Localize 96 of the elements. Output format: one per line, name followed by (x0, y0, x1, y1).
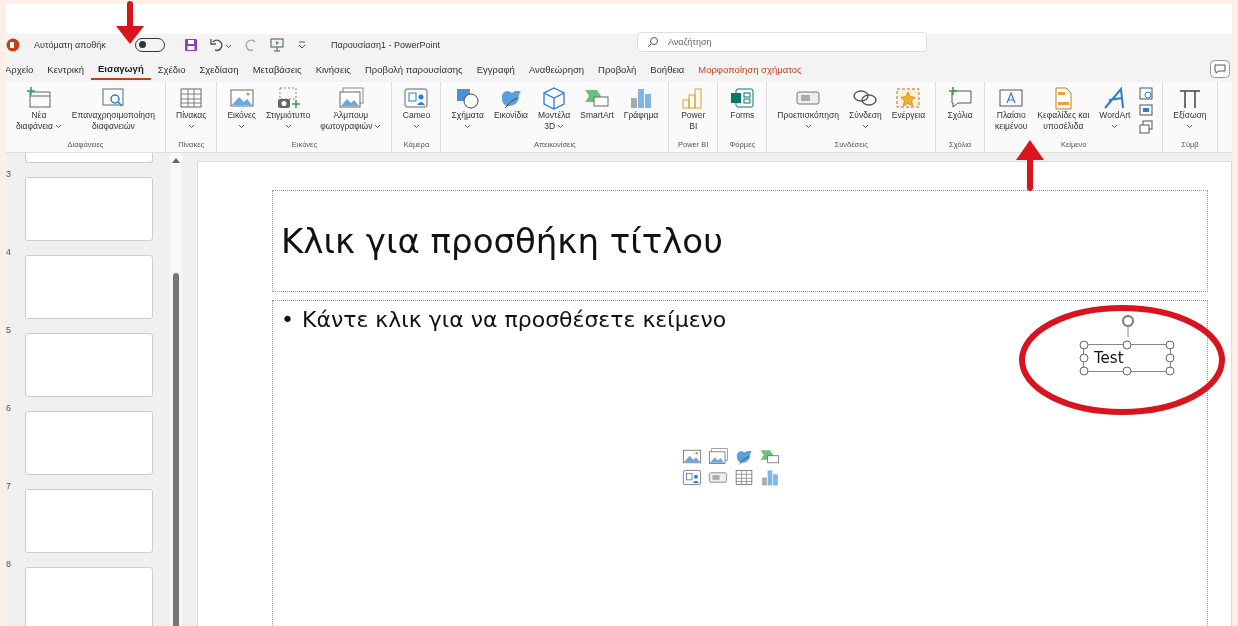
bullet: • (281, 307, 294, 332)
ribbon-tab[interactable]: Κεντρική (40, 59, 91, 79)
ribbon-button[interactable]: Νέα διαφάνεια (11, 86, 67, 132)
ribbon-button[interactable]: Στιγμιότυπο (260, 86, 316, 129)
image-icon (681, 447, 703, 466)
comment-icon (946, 86, 975, 110)
title-placeholder[interactable]: Κλικ για προσθήκη τίτλου (272, 190, 1208, 292)
ribbon-button[interactable]: Πλαίσιο κειμένου (990, 86, 1033, 132)
text-box-icon (997, 86, 1026, 110)
ribbon-tab[interactable]: Κινήσεις (308, 59, 358, 79)
cameo-icon (681, 468, 703, 487)
ribbon-button[interactable]: Εξίσωση (1168, 86, 1212, 129)
caret-icon (374, 124, 382, 129)
search-field[interactable]: Αναζήτηση (637, 32, 927, 52)
ribbon-button[interactable]: Πίνακας (171, 86, 212, 129)
ribbon-button[interactable]: Forms (723, 86, 762, 121)
text-box-text: Test (1094, 349, 1124, 367)
ribbon-button[interactable]: WordArt (1094, 86, 1136, 129)
ribbon-button[interactable]: Γράφημα (618, 86, 664, 121)
ribbon-tab[interactable]: Μορφοποίηση σχήματος (691, 59, 809, 79)
ribbon-button[interactable]: Μοντέλα 3D (533, 86, 576, 132)
caret-icon (238, 124, 246, 129)
ribbon-tab[interactable]: Αναθεώρηση (521, 59, 592, 79)
ribbon-tab[interactable]: Προβολή παρουσίασης (357, 59, 470, 79)
resize-handle[interactable] (1122, 340, 1132, 350)
ribbon-tab[interactable]: Εγγραφή (469, 59, 522, 79)
object-icon[interactable] (1139, 103, 1154, 117)
caret-icon (464, 124, 472, 129)
ribbon-button[interactable]: Προεπισκόπηση (772, 86, 845, 129)
presentation-icon[interactable] (270, 38, 284, 52)
caret-icon (557, 124, 565, 129)
ribbon-button[interactable]: SmartArt (575, 86, 619, 121)
slide-number-icon[interactable] (1139, 120, 1154, 134)
caret-icon (804, 124, 812, 129)
window-title: Παρουσίαση1 - PowerPoint (331, 40, 442, 50)
ribbon-tab[interactable]: Σχεδίαση (192, 59, 246, 79)
caret-icon (187, 124, 195, 129)
slide-number: 4 (6, 247, 12, 259)
slide-thumbnail[interactable] (25, 411, 153, 475)
ribbon-button[interactable]: Κεφαλίδες και υποσέλιδα (1032, 86, 1095, 132)
slide-thumbnail[interactable] (25, 153, 153, 163)
ribbon-tab[interactable]: Βοήθεια (643, 59, 692, 79)
ribbon-button[interactable]: Cameo (397, 86, 436, 129)
scroll-up-icon[interactable] (172, 157, 180, 163)
title-text: Κλικ για προσθήκη τίτλου (281, 221, 723, 261)
save-icon[interactable] (184, 38, 198, 52)
ribbon-tab[interactable]: Μεταβάσεις (245, 59, 309, 79)
annotation-arrow (1016, 140, 1044, 191)
photo-album-icon (336, 86, 365, 110)
slide-thumbnail[interactable] (25, 489, 153, 553)
table-icon (733, 468, 755, 487)
body-text: Κάντε κλικ για να προσθέσετε κείμενο (302, 307, 727, 332)
rotate-handle-icon[interactable] (1121, 315, 1135, 337)
caret-icon (861, 124, 869, 129)
caret-icon (412, 124, 420, 129)
ribbon-tab[interactable]: Εισαγωγή (91, 58, 151, 80)
bar-chart-icon (759, 468, 781, 487)
ribbon-tab[interactable]: Προβολή (591, 59, 644, 79)
caret-icon (54, 124, 62, 129)
calendar-icon[interactable] (1139, 86, 1154, 100)
smartart-icon (759, 447, 781, 466)
ribbon-tab[interactable]: Σχέδιο (150, 59, 193, 79)
customize-icon[interactable] (296, 39, 308, 51)
ribbon-button[interactable]: Άλμπουμ φωτογραφιών (315, 86, 387, 132)
slide-number: 6 (6, 403, 12, 415)
comments-icon[interactable] (1210, 60, 1230, 78)
slide-number: 7 (6, 481, 12, 493)
ribbon-button[interactable]: Σύνδεση (844, 86, 887, 129)
image-icon (227, 86, 256, 110)
scrollbar[interactable] (170, 153, 182, 626)
photo-album-icon (707, 447, 729, 466)
cameo-icon (402, 86, 431, 110)
new-slide-icon (24, 86, 53, 110)
ribbon-button[interactable]: Εικόνες (222, 86, 261, 129)
caret-icon (284, 124, 292, 129)
slide-thumbnail[interactable] (25, 567, 153, 626)
caret-icon (1186, 124, 1194, 129)
ribbon-button[interactable]: Power BI (674, 86, 713, 132)
slide-thumbnail[interactable] (25, 255, 153, 319)
resize-handle[interactable] (1122, 366, 1132, 376)
ribbon-button[interactable]: Επαναχρησιμοποίηση διαφανειών (66, 86, 161, 132)
autosave-label: Αυτόματη αποθήκ (34, 40, 107, 50)
ribbon-button[interactable]: Ενέργεια (886, 86, 931, 121)
annotation-arrow (116, 1, 144, 44)
ribbon-button[interactable]: Σχήματα (446, 86, 489, 129)
undo-icon[interactable] (210, 38, 232, 52)
ribbon-button[interactable]: Εικονίδια (488, 86, 533, 121)
slide-number: 3 (6, 169, 12, 181)
slide-number: 8 (6, 559, 12, 571)
caret-icon (1111, 124, 1119, 129)
ribbon-button[interactable]: Σχόλια (941, 86, 980, 121)
search-icon (647, 36, 659, 48)
slide-thumbnail[interactable] (25, 177, 153, 241)
slide-thumbnail[interactable] (25, 333, 153, 397)
slide-number: 5 (6, 325, 12, 337)
forms-icon (728, 86, 757, 110)
